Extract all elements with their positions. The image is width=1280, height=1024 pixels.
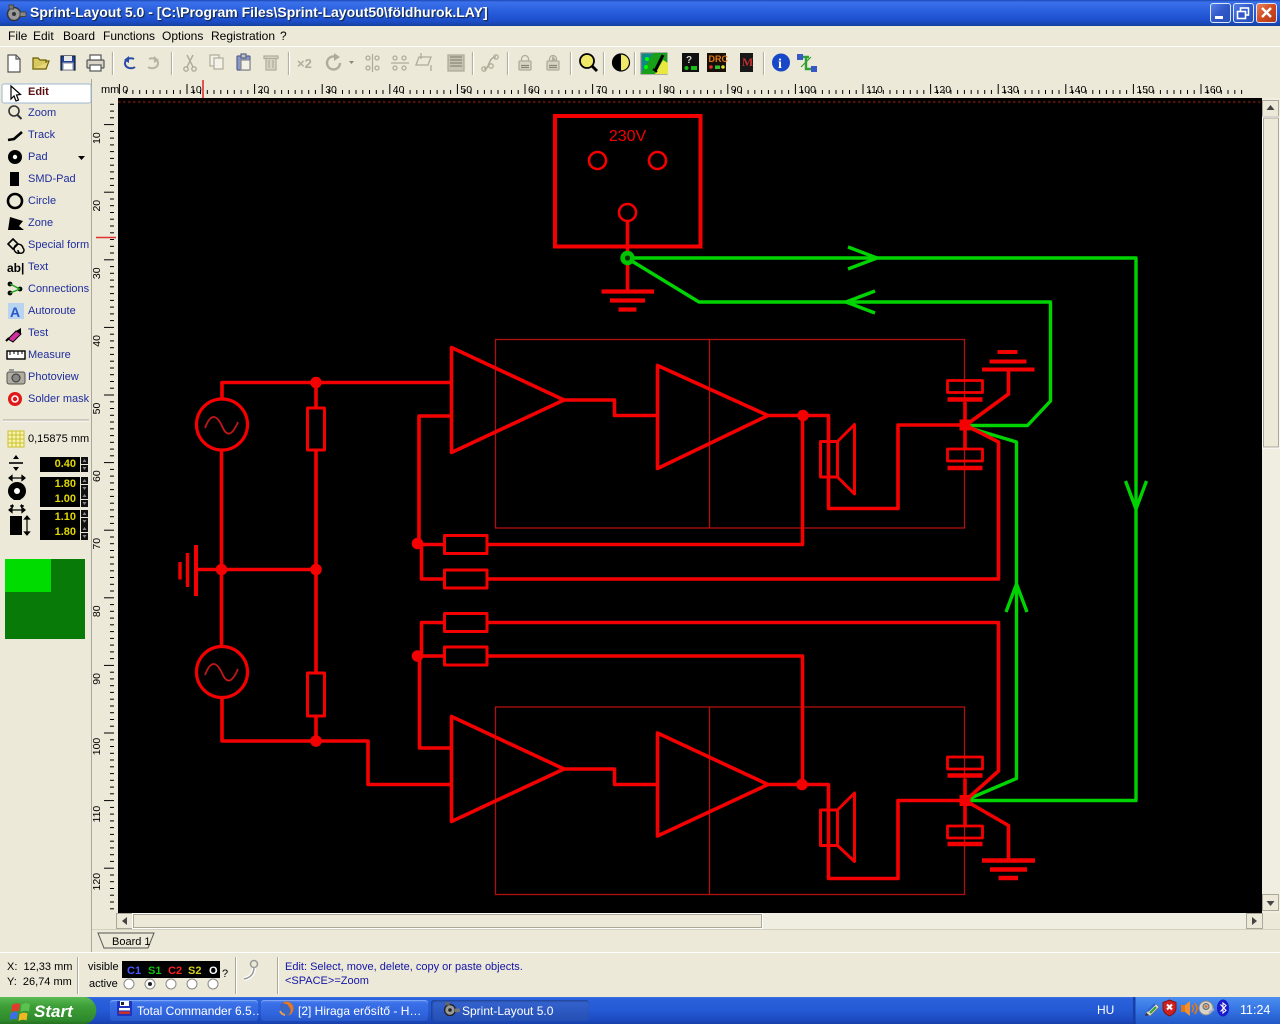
svg-text:S2: S2: [188, 965, 201, 977]
svg-text:120: 120: [93, 873, 103, 891]
svg-text:70: 70: [93, 538, 103, 550]
svg-text:10: 10: [93, 132, 103, 144]
svg-text:160: 160: [1204, 84, 1222, 96]
svg-text:i: i: [778, 57, 782, 72]
svg-text:130: 130: [1001, 84, 1019, 96]
svg-text:×2: ×2: [297, 56, 312, 71]
svg-text:40: 40: [93, 335, 103, 347]
svg-text:120: 120: [934, 84, 952, 96]
svg-text:100: 100: [93, 738, 103, 756]
svg-text:M: M: [742, 55, 753, 69]
svg-text:Board 1: Board 1: [112, 936, 151, 948]
svg-text:60: 60: [93, 470, 103, 482]
svg-text:S1: S1: [148, 965, 161, 977]
svg-text:230V: 230V: [609, 128, 647, 145]
svg-text:90: 90: [93, 673, 103, 685]
svg-text:140: 140: [1069, 84, 1087, 96]
svg-text:30: 30: [93, 267, 103, 279]
svg-text:20: 20: [93, 200, 103, 212]
svg-text:?: ?: [222, 968, 228, 980]
svg-text:150: 150: [1136, 84, 1154, 96]
svg-text:?: ?: [686, 55, 692, 66]
svg-text:0: 0: [122, 84, 128, 96]
svg-text:mm: mm: [101, 84, 119, 96]
svg-text:50: 50: [93, 403, 103, 415]
svg-text:110: 110: [866, 84, 883, 96]
svg-text:C2: C2: [168, 965, 182, 977]
svg-text:110: 110: [93, 806, 103, 823]
svg-text:O: O: [209, 965, 218, 977]
svg-text:DRC: DRC: [709, 54, 729, 64]
svg-text:100: 100: [798, 84, 816, 96]
svg-text:11:24: 11:24: [1240, 1003, 1270, 1017]
svg-text:C1: C1: [127, 965, 141, 977]
svg-text:80: 80: [93, 605, 103, 617]
